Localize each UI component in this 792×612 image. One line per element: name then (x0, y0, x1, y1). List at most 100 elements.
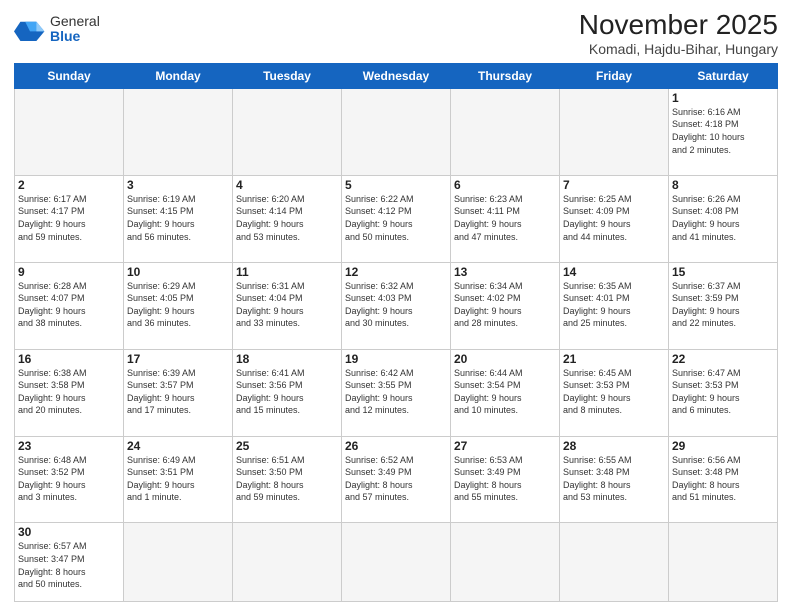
day-number: 13 (454, 265, 556, 279)
day-info: Sunrise: 6:53 AM Sunset: 3:49 PM Dayligh… (454, 455, 523, 503)
calendar-cell: 26 Sunrise: 6:52 AM Sunset: 3:49 PM Dayli… (342, 436, 451, 523)
day-number: 20 (454, 352, 556, 366)
day-info: Sunrise: 6:49 AM Sunset: 3:51 PM Dayligh… (127, 455, 196, 503)
day-number: 7 (563, 178, 665, 192)
day-info: Sunrise: 6:45 AM Sunset: 3:53 PM Dayligh… (563, 368, 632, 416)
calendar-cell: 3 Sunrise: 6:19 AM Sunset: 4:15 PM Daylig… (124, 175, 233, 262)
day-info: Sunrise: 6:44 AM Sunset: 3:54 PM Dayligh… (454, 368, 523, 416)
calendar-cell (451, 88, 560, 175)
header-tuesday: Tuesday (233, 63, 342, 88)
day-number: 6 (454, 178, 556, 192)
location-subtitle: Komadi, Hajdu-Bihar, Hungary (579, 41, 778, 57)
calendar-cell: 21 Sunrise: 6:45 AM Sunset: 3:53 PM Dayli… (560, 349, 669, 436)
calendar-cell: 11 Sunrise: 6:31 AM Sunset: 4:04 PM Dayli… (233, 262, 342, 349)
calendar-cell: 9 Sunrise: 6:28 AM Sunset: 4:07 PM Daylig… (15, 262, 124, 349)
calendar-cell: 22 Sunrise: 6:47 AM Sunset: 3:53 PM Dayli… (669, 349, 778, 436)
day-info: Sunrise: 6:41 AM Sunset: 3:56 PM Dayligh… (236, 368, 305, 416)
day-info: Sunrise: 6:16 AM Sunset: 4:18 PM Dayligh… (672, 107, 745, 155)
calendar-cell: 17Sunrise: 6:39 AM Sunset: 3:57 PM Dayli… (124, 349, 233, 436)
calendar-cell (342, 523, 451, 602)
calendar-cell (669, 523, 778, 602)
day-number: 25 (236, 439, 338, 453)
header-friday: Friday (560, 63, 669, 88)
day-info: Sunrise: 6:28 AM Sunset: 4:07 PM Dayligh… (18, 281, 87, 329)
calendar-cell: 28 Sunrise: 6:55 AM Sunset: 3:48 PM Dayli… (560, 436, 669, 523)
logo-text-general: General (50, 14, 100, 29)
logo-text-blue: Blue (50, 29, 100, 44)
day-number: 5 (345, 178, 447, 192)
calendar-cell (233, 88, 342, 175)
header-monday: Monday (124, 63, 233, 88)
day-info: Sunrise: 6:31 AM Sunset: 4:04 PM Dayligh… (236, 281, 305, 329)
header-sunday: Sunday (15, 63, 124, 88)
day-info: Sunrise: 6:26 AM Sunset: 4:08 PM Dayligh… (672, 194, 741, 242)
day-number: 18 (236, 352, 338, 366)
day-info: Sunrise: 6:29 AM Sunset: 4:05 PM Dayligh… (127, 281, 196, 329)
calendar-cell (560, 88, 669, 175)
calendar-cell: 2 Sunrise: 6:17 AM Sunset: 4:17 PM Daylig… (15, 175, 124, 262)
calendar-cell: 8 Sunrise: 6:26 AM Sunset: 4:08 PM Daylig… (669, 175, 778, 262)
day-info: Sunrise: 6:23 AM Sunset: 4:11 PM Dayligh… (454, 194, 523, 242)
title-block: November 2025 Komadi, Hajdu-Bihar, Hunga… (579, 10, 778, 57)
header: General Blue November 2025 Komadi, Hajdu… (14, 10, 778, 57)
day-info: Sunrise: 6:39 AM Sunset: 3:57 PM Dayligh… (127, 368, 196, 416)
calendar-cell: 4Sunrise: 6:20 AM Sunset: 4:14 PM Daylig… (233, 175, 342, 262)
header-wednesday: Wednesday (342, 63, 451, 88)
day-info: Sunrise: 6:57 AM Sunset: 3:47 PM Dayligh… (18, 541, 87, 589)
calendar-cell: 25Sunrise: 6:51 AM Sunset: 3:50 PM Dayli… (233, 436, 342, 523)
calendar-cell (342, 88, 451, 175)
day-number: 26 (345, 439, 447, 453)
calendar-cell: 16 Sunrise: 6:38 AM Sunset: 3:58 PM Dayli… (15, 349, 124, 436)
day-info: Sunrise: 6:48 AM Sunset: 3:52 PM Dayligh… (18, 455, 87, 503)
calendar-cell (233, 523, 342, 602)
day-number: 22 (672, 352, 774, 366)
calendar-cell (560, 523, 669, 602)
calendar-page: General Blue November 2025 Komadi, Hajdu… (0, 0, 792, 612)
day-number: 27 (454, 439, 556, 453)
day-number: 24 (127, 439, 229, 453)
day-number: 12 (345, 265, 447, 279)
day-info: Sunrise: 6:42 AM Sunset: 3:55 PM Dayligh… (345, 368, 414, 416)
calendar-cell: 24 Sunrise: 6:49 AM Sunset: 3:51 PM Dayli… (124, 436, 233, 523)
day-number: 29 (672, 439, 774, 453)
calendar-cell: 13Sunrise: 6:34 AM Sunset: 4:02 PM Dayli… (451, 262, 560, 349)
day-info: Sunrise: 6:38 AM Sunset: 3:58 PM Dayligh… (18, 368, 87, 416)
header-saturday: Saturday (669, 63, 778, 88)
calendar-table: Sunday Monday Tuesday Wednesday Thursday… (14, 63, 778, 602)
day-number: 3 (127, 178, 229, 192)
day-info: Sunrise: 6:47 AM Sunset: 3:53 PM Dayligh… (672, 368, 741, 416)
day-number: 9 (18, 265, 120, 279)
day-info: Sunrise: 6:56 AM Sunset: 3:48 PM Dayligh… (672, 455, 741, 503)
day-number: 11 (236, 265, 338, 279)
day-number: 2 (18, 178, 120, 192)
day-number: 1 (672, 91, 774, 105)
day-number: 8 (672, 178, 774, 192)
calendar-cell: 5Sunrise: 6:22 AM Sunset: 4:12 PM Daylig… (342, 175, 451, 262)
month-year-title: November 2025 (579, 10, 778, 41)
day-info: Sunrise: 6:19 AM Sunset: 4:15 PM Dayligh… (127, 194, 196, 242)
day-number: 30 (18, 525, 120, 539)
calendar-cell: 6 Sunrise: 6:23 AM Sunset: 4:11 PM Daylig… (451, 175, 560, 262)
calendar-cell: 19 Sunrise: 6:42 AM Sunset: 3:55 PM Dayli… (342, 349, 451, 436)
day-number: 16 (18, 352, 120, 366)
calendar-cell (124, 88, 233, 175)
day-number: 10 (127, 265, 229, 279)
calendar-cell: 20 Sunrise: 6:44 AM Sunset: 3:54 PM Dayli… (451, 349, 560, 436)
header-thursday: Thursday (451, 63, 560, 88)
calendar-cell: 23 Sunrise: 6:48 AM Sunset: 3:52 PM Dayli… (15, 436, 124, 523)
day-info: Sunrise: 6:55 AM Sunset: 3:48 PM Dayligh… (563, 455, 632, 503)
day-info: Sunrise: 6:17 AM Sunset: 4:17 PM Dayligh… (18, 194, 87, 242)
day-info: Sunrise: 6:20 AM Sunset: 4:14 PM Dayligh… (236, 194, 305, 242)
day-number: 15 (672, 265, 774, 279)
calendar-cell: 18 Sunrise: 6:41 AM Sunset: 3:56 PM Dayli… (233, 349, 342, 436)
day-number: 28 (563, 439, 665, 453)
calendar-cell: 27 Sunrise: 6:53 AM Sunset: 3:49 PM Dayli… (451, 436, 560, 523)
calendar-cell: 12Sunrise: 6:32 AM Sunset: 4:03 PM Dayli… (342, 262, 451, 349)
calendar-cell (124, 523, 233, 602)
day-number: 14 (563, 265, 665, 279)
calendar-cell (15, 88, 124, 175)
day-number: 23 (18, 439, 120, 453)
day-info: Sunrise: 6:52 AM Sunset: 3:49 PM Dayligh… (345, 455, 414, 503)
day-number: 19 (345, 352, 447, 366)
day-number: 21 (563, 352, 665, 366)
